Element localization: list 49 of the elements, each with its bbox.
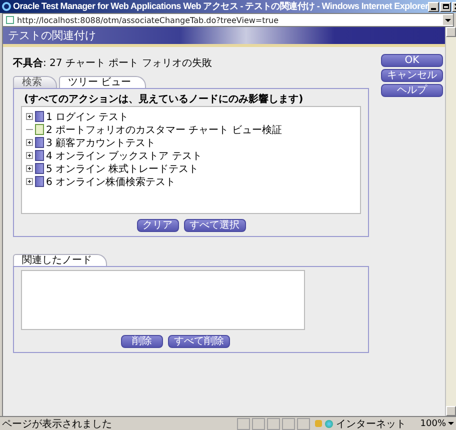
- test-icon: [35, 124, 44, 135]
- page-icon: [6, 16, 14, 24]
- address-bar[interactable]: http://localhost:8088/otm/associateChangeTab.do?treeView=true: [2, 13, 454, 27]
- dialog-button[interactable]: ヘルプ: [381, 84, 443, 97]
- minimize-button[interactable]: [428, 2, 440, 12]
- tab[interactable]: 検索: [13, 76, 57, 88]
- expand-icon[interactable]: [26, 139, 33, 146]
- folder-icon: [35, 111, 44, 122]
- window-title: Oracle Test Manager for Web Applications Web アクセス - テストの関連付け - Windows Internet Explorer: [13, 0, 428, 13]
- browser-icon: [2, 2, 11, 11]
- action-button[interactable]: 削除: [121, 335, 163, 348]
- tree-item[interactable]: 3 顧客アカウントテスト: [46, 136, 156, 150]
- tree-item[interactable]: 1 ログイン テスト: [46, 110, 129, 124]
- tab[interactable]: ツリー ビュー: [59, 76, 146, 88]
- defect-label: 不具合: 27 チャート ポート フォリオの失敗: [13, 56, 213, 70]
- dialog-button[interactable]: OK: [381, 54, 443, 67]
- folder-icon: [35, 163, 44, 174]
- status-panel: [237, 418, 250, 430]
- status-panel: [267, 418, 280, 430]
- tree-item[interactable]: 6 オンライン株価検索テスト: [46, 174, 176, 188]
- status-panel: [282, 418, 295, 430]
- dropdown-button[interactable]: [443, 15, 453, 25]
- status-panel: [252, 418, 265, 430]
- zoom-control[interactable]: 100%: [420, 418, 446, 428]
- folder-icon: [35, 176, 44, 187]
- action-button[interactable]: すべて選択: [184, 219, 246, 232]
- related-nodes-list[interactable]: [21, 270, 305, 330]
- expand-icon[interactable]: [26, 165, 33, 172]
- tree-item[interactable]: 5 オンライン 株式トレードテスト: [46, 162, 199, 176]
- expand-icon[interactable]: [26, 152, 33, 159]
- folder-icon: [35, 150, 44, 161]
- globe-icon: [325, 420, 333, 428]
- folder-icon: [35, 137, 44, 148]
- tree-note: (すべてのアクションは、見えているノードにのみ影響します): [23, 92, 304, 106]
- expand-icon[interactable]: [26, 178, 33, 185]
- tab[interactable]: 関連したノード: [13, 254, 107, 266]
- address-text: http://localhost:8088/otm/associateChangeTab.do?treeView=true: [17, 16, 280, 24]
- action-button[interactable]: すべて削除: [168, 335, 230, 348]
- page-title: テストの関連付け: [7, 28, 96, 43]
- maximize-button[interactable]: [440, 2, 452, 12]
- dialog-button[interactable]: キャンセル: [381, 69, 443, 82]
- expand-icon[interactable]: [26, 113, 33, 120]
- status-panel: [297, 418, 310, 430]
- tree-item[interactable]: 2 ポートフォリオのカスタマー チャート ビュー検証: [46, 122, 282, 136]
- lock-icon: [315, 420, 322, 427]
- action-button[interactable]: クリア: [136, 219, 178, 232]
- status-text: ページが表示されました: [1, 418, 113, 430]
- zone-text: インターネット: [336, 418, 407, 430]
- tree-item[interactable]: 4 オンライン ブックストア テスト: [46, 148, 202, 162]
